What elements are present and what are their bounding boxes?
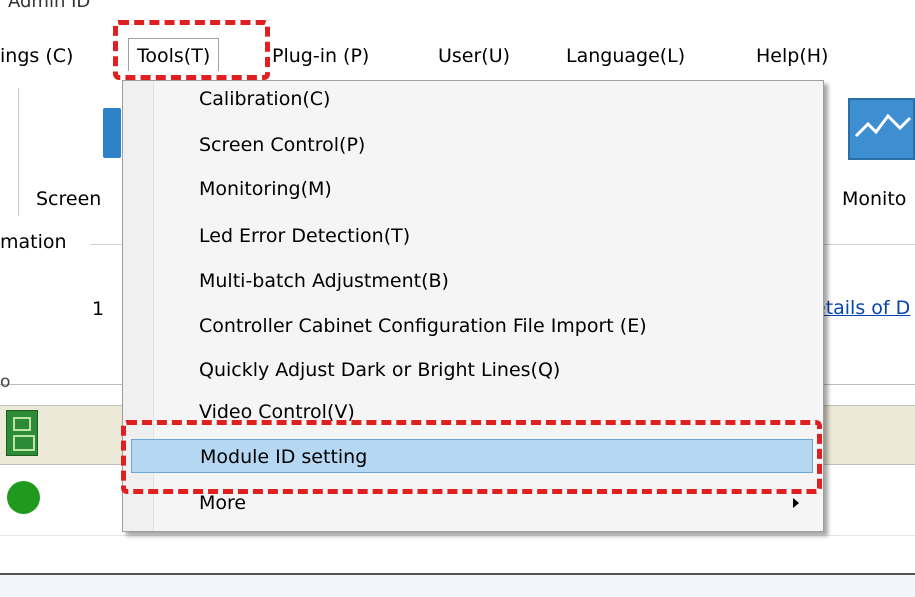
toolbar-divider: [18, 88, 19, 216]
toolbar-monitor-label[interactable]: Monito: [842, 188, 906, 210]
details-link[interactable]: etails of D: [814, 297, 910, 319]
annotation-module-id-highlight: [121, 420, 822, 494]
menu-item-multi-batch-adjustment[interactable]: Multi-batch Adjustment(B): [131, 264, 813, 298]
monitor-wave-icon: [854, 113, 912, 138]
info-group-label: mation: [0, 231, 71, 253]
annotation-tools-highlight: [113, 20, 270, 80]
submenu-arrow-icon: [793, 498, 799, 508]
menu-item-led-error-detection[interactable]: Led Error Detection(T): [131, 219, 813, 253]
monitor-icon[interactable]: [848, 98, 915, 160]
menu-user[interactable]: User(U): [438, 42, 510, 70]
toolbar-screen-label[interactable]: Screen: [36, 188, 101, 210]
status-dot-icon: [7, 481, 40, 514]
menu-settings[interactable]: ings (C): [0, 42, 73, 70]
menu-help[interactable]: Help(H): [756, 42, 828, 70]
menu-item-cabinet-config-import[interactable]: Controller Cabinet Configuration File Im…: [131, 309, 813, 343]
menu-item-adjust-lines[interactable]: Quickly Adjust Dark or Bright Lines(Q): [131, 353, 813, 387]
bottom-panel: [0, 573, 915, 597]
menu-item-more-label: More: [199, 492, 247, 514]
screen-count: 1: [92, 298, 105, 320]
menu-plugin[interactable]: Plug-in (P): [272, 42, 369, 70]
menu-language[interactable]: Language(L): [566, 42, 685, 70]
menu-item-monitoring[interactable]: Monitoring(M): [131, 172, 813, 206]
row-divider: [0, 535, 915, 536]
partial-group-label: o: [0, 372, 11, 392]
screen-icon[interactable]: [103, 108, 121, 158]
menu-item-screen-control[interactable]: Screen Control(P): [131, 128, 813, 162]
window-title: Admin ID: [8, 0, 91, 12]
menu-item-calibration[interactable]: Calibration(C): [131, 82, 813, 116]
chip-icon: [6, 410, 38, 456]
